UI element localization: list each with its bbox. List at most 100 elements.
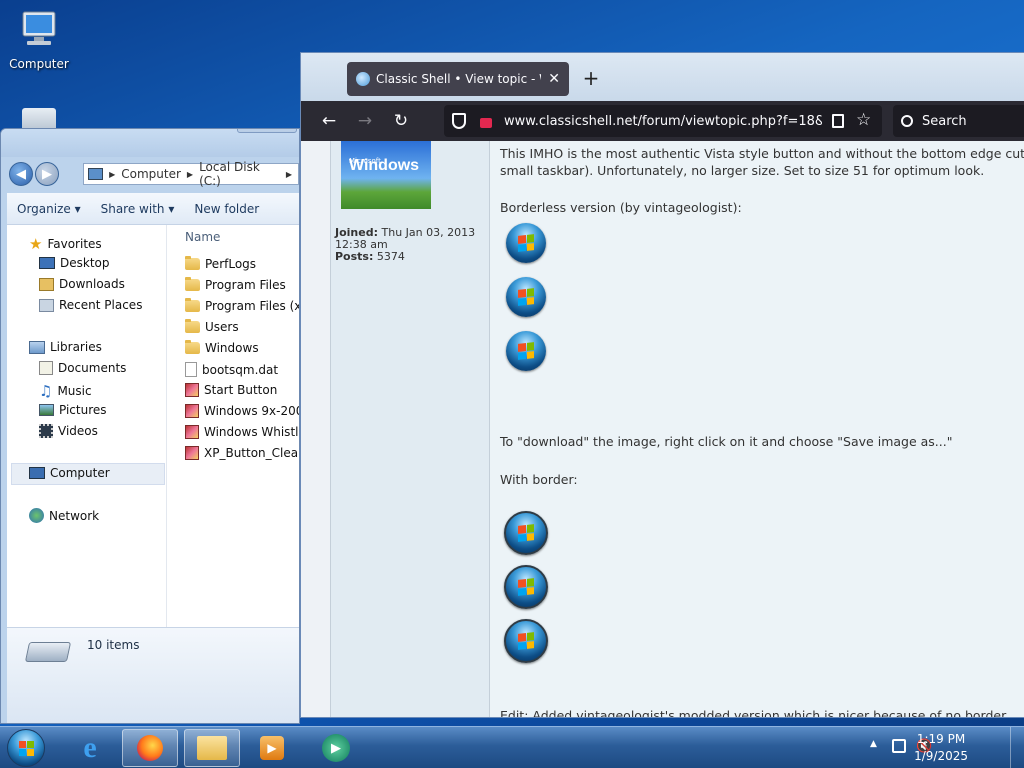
nav-downloads[interactable]: Downloads xyxy=(39,277,125,291)
shield-icon[interactable] xyxy=(452,113,466,129)
explorer-body: ★ Favorites Desktop Downloads Recent Plac… xyxy=(7,225,299,723)
tab-classic-shell[interactable]: Classic Shell • View topic - Windows Sta… xyxy=(347,62,569,96)
explorer-toolbar: Organize ▾ Share with ▾ New folder xyxy=(7,193,299,225)
recycle-bin-icon[interactable] xyxy=(22,108,56,130)
start-orb-image[interactable] xyxy=(506,277,546,317)
nav-network[interactable]: Network xyxy=(29,508,99,523)
clock-time: 1:19 PM xyxy=(916,732,966,746)
organize-button[interactable]: Organize ▾ xyxy=(7,202,91,216)
windows-flag-icon xyxy=(19,741,34,756)
nav-pictures[interactable]: Pictures xyxy=(39,403,107,417)
clock[interactable]: 1:19 PM 1/9/2025 xyxy=(914,731,968,765)
back-arrow-icon[interactable]: ← xyxy=(317,109,341,133)
file-row[interactable]: Windows Whistler xyxy=(185,425,299,439)
reload-icon[interactable]: ↻ xyxy=(389,109,413,133)
nav-libraries[interactable]: Libraries xyxy=(29,340,102,354)
file-row[interactable]: Program Files (x86) xyxy=(185,298,299,313)
image-file-icon xyxy=(185,383,199,397)
post-text-line2: small taskbar). Unfortunately, no larger… xyxy=(500,163,985,178)
recent-places-icon xyxy=(39,298,54,312)
file-row[interactable]: XP_Button_ClearType xyxy=(185,446,299,460)
chevron-right-icon[interactable]: ▶ xyxy=(187,170,193,179)
taskbar-media-player[interactable]: ▶ xyxy=(244,729,300,767)
breadcrumb-local-disk[interactable]: Local Disk (C:) xyxy=(199,160,280,188)
taskbar-explorer[interactable] xyxy=(184,729,240,767)
post-text-line1: This IMHO is the most authentic Vista st… xyxy=(500,146,1024,161)
file-row[interactable]: Windows 9x-2000 xyxy=(185,404,299,418)
with-border-heading: With border: xyxy=(500,472,578,487)
chevron-right-icon[interactable]: ▶ xyxy=(109,170,115,179)
share-with-button[interactable]: Share with ▾ xyxy=(91,202,185,216)
firefox-icon xyxy=(137,735,163,761)
chevron-right-icon[interactable]: ▶ xyxy=(286,170,292,179)
explorer-window: ◀ ▶ ▶ Computer ▶ Local Disk (C:) ▶ Organ… xyxy=(0,128,300,724)
drive-icon xyxy=(24,642,72,662)
navigation-pane: ★ Favorites Desktop Downloads Recent Plac… xyxy=(7,225,167,665)
forward-arrow-icon[interactable]: → xyxy=(353,109,377,133)
taskbar-firefox[interactable] xyxy=(122,729,178,767)
download-instructions: To "download" the image, right click on … xyxy=(500,434,953,449)
url-text[interactable]: www.classicshell.net/forum/viewtopic.php… xyxy=(504,114,822,129)
lock-insecure-icon[interactable] xyxy=(480,118,492,128)
new-folder-button[interactable]: New folder xyxy=(184,202,269,216)
start-button[interactable] xyxy=(7,729,45,767)
file-row[interactable]: bootsqm.dat xyxy=(185,362,278,377)
image-file-icon xyxy=(185,404,199,418)
show-hidden-icons-icon[interactable]: ▲ xyxy=(870,739,877,749)
folder-icon xyxy=(185,319,200,333)
column-header-name[interactable]: Name xyxy=(185,230,220,244)
show-desktop-button[interactable] xyxy=(1010,727,1024,768)
user-avatar[interactable]: Microsoft Windows xyxy=(341,141,431,209)
computer-icon xyxy=(29,467,45,479)
window-button-icon[interactable] xyxy=(237,129,297,133)
nav-favorites[interactable]: ★ Favorites xyxy=(29,235,102,253)
nav-desktop[interactable]: Desktop xyxy=(39,256,110,270)
breadcrumb-computer[interactable]: Computer xyxy=(121,167,181,181)
file-row[interactable]: PerfLogs xyxy=(185,256,256,271)
forward-button[interactable]: ▶ xyxy=(35,162,59,186)
computer-small-icon xyxy=(88,168,104,180)
close-tab-icon[interactable]: ✕ xyxy=(548,71,560,87)
url-bar[interactable]: www.classicshell.net/forum/viewtopic.php… xyxy=(444,105,882,137)
taskbar-app[interactable]: ▶ xyxy=(308,729,364,767)
reader-mode-icon[interactable] xyxy=(832,114,844,128)
file-row[interactable]: Users xyxy=(185,319,239,334)
nav-videos[interactable]: Videos xyxy=(39,424,98,438)
page-content: Microsoft Windows Joined: Thu Jan 03, 20… xyxy=(301,141,1024,717)
post-body: This IMHO is the most authentic Vista st… xyxy=(490,141,1024,717)
desktop-computer-icon[interactable]: Computer xyxy=(4,8,74,71)
nav-music[interactable]: ♫ Music xyxy=(39,382,92,400)
play-circle-icon: ▶ xyxy=(322,734,350,762)
start-orb-image[interactable] xyxy=(504,565,548,609)
address-bar[interactable]: ▶ Computer ▶ Local Disk (C:) ▶ xyxy=(83,160,299,188)
search-bar[interactable]: Search xyxy=(893,105,1024,137)
documents-icon xyxy=(39,361,53,375)
start-orb-image[interactable] xyxy=(506,223,546,263)
back-button[interactable]: ◀ xyxy=(9,162,33,186)
file-row[interactable]: Windows xyxy=(185,340,259,355)
start-orb-image[interactable] xyxy=(506,331,546,371)
start-orb-image[interactable] xyxy=(504,511,548,555)
start-orb-image[interactable] xyxy=(504,619,548,663)
computer-icon xyxy=(22,11,56,45)
nav-documents[interactable]: Documents xyxy=(39,361,126,375)
taskbar: e ▶ ▶ ▲ 🔇 1:19 PM 1/9/2025 xyxy=(0,726,1024,768)
internet-explorer-icon: e xyxy=(83,731,97,764)
borderless-heading: Borderless version (by vintageologist): xyxy=(500,200,742,215)
search-icon xyxy=(901,115,913,127)
desktop-computer-label: Computer xyxy=(9,57,69,71)
libraries-icon xyxy=(29,340,45,354)
folder-icon xyxy=(185,340,200,354)
desktop-icon xyxy=(39,257,55,269)
new-tab-button[interactable]: + xyxy=(580,66,602,90)
file-icon xyxy=(185,362,197,377)
bookmark-star-icon[interactable]: ☆ xyxy=(856,110,871,130)
nav-recent-places[interactable]: Recent Places xyxy=(39,298,142,312)
explorer-titlebar[interactable] xyxy=(1,129,299,157)
file-row[interactable]: Program Files xyxy=(185,277,286,292)
network-tray-icon[interactable] xyxy=(892,739,906,753)
file-list: Name PerfLogs Program Files Program File… xyxy=(169,225,299,665)
taskbar-ie[interactable]: e xyxy=(62,729,118,767)
file-row[interactable]: Start Button xyxy=(185,383,277,397)
nav-computer[interactable]: Computer xyxy=(29,466,110,480)
